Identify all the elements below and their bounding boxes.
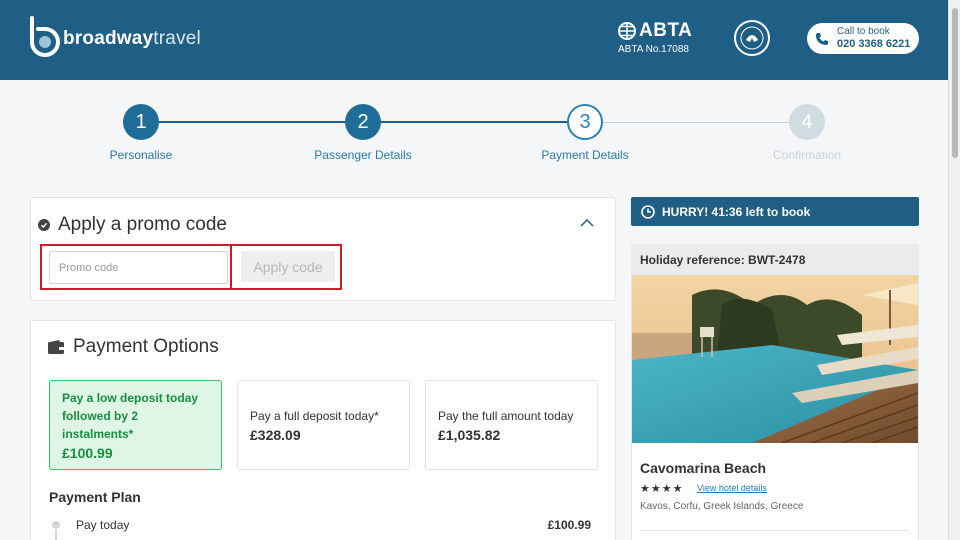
timeline-dot [52, 521, 60, 529]
option-label: Pay a full deposit today* [250, 409, 379, 423]
step-1-label[interactable]: Personalise [71, 148, 211, 162]
atol-protected-icon [734, 20, 770, 56]
clock-icon [641, 204, 655, 219]
hotel-name[interactable]: Cavomarina Beach [640, 460, 766, 476]
holiday-reference: Holiday reference: BWT-2478 [631, 244, 919, 275]
step-2-label[interactable]: Passenger Details [293, 148, 433, 162]
payment-option-full-deposit[interactable]: Pay a full deposit today* £328.09 [237, 380, 410, 470]
promo-title[interactable]: Apply a promo code [38, 214, 227, 236]
chevron-up-icon[interactable] [580, 218, 594, 228]
promo-tag-icon [38, 219, 50, 231]
call-to-book-button[interactable]: Call to book 020 3368 6221 [807, 23, 919, 54]
abta-badge: ABTA ABTA No.17088 [618, 20, 692, 55]
option-label: Pay the full amount today [438, 409, 574, 423]
option-price: £100.99 [62, 445, 113, 461]
option-price: £1,035.82 [438, 427, 501, 443]
payment-options-title: Payment Options [48, 336, 219, 358]
hotel-star-rating: ★★★★ [640, 483, 684, 495]
abta-title: ABTA [639, 20, 693, 41]
step-2-circle[interactable]: 2 [345, 104, 381, 140]
broadway-logo-icon[interactable] [28, 16, 62, 58]
step-3-circle: 3 [567, 104, 603, 140]
payment-options-title-text: Payment Options [73, 336, 219, 357]
step-4-label: Confirmation [772, 148, 842, 162]
option-price: £328.09 [250, 427, 301, 443]
payment-option-low-deposit[interactable]: Pay a low deposit today followed by 2 in… [49, 380, 222, 470]
option-label: Pay a low deposit today followed by 2 in… [62, 391, 199, 441]
plan-row-label: Pay today [76, 518, 130, 532]
call-number: 020 3368 6221 [837, 38, 911, 50]
wallet-icon [48, 340, 64, 354]
countdown-text: HURRY! 41:36 left to book [662, 204, 811, 219]
payment-plan-title: Payment Plan [49, 489, 141, 505]
divider [640, 530, 908, 531]
call-label: Call to book [837, 26, 890, 37]
abta-globe-icon [618, 22, 636, 40]
hotel-photo [632, 275, 918, 443]
apply-code-button[interactable]: Apply code [241, 251, 335, 282]
timeline-line [55, 530, 57, 540]
stepper-line-1 [158, 121, 346, 123]
countdown-banner: HURRY! 41:36 left to book [631, 197, 919, 226]
phone-icon [816, 32, 828, 45]
step-1-circle[interactable]: 1 [123, 104, 159, 140]
promo-code-input[interactable] [49, 251, 228, 284]
site-header: broadwaytravel ABTA ABTA No.17088 Call t… [0, 0, 948, 80]
page-scrollbar[interactable] [948, 0, 960, 540]
brand-light: travel [153, 28, 201, 49]
abta-number: ABTA No.17088 [618, 44, 689, 55]
brand-name[interactable]: broadwaytravel [63, 28, 201, 50]
hotel-location: Kavos, Corfu, Greek Islands, Greece [640, 501, 804, 512]
view-hotel-details-link[interactable]: View hotel details [697, 483, 767, 493]
promo-title-text: Apply a promo code [58, 214, 227, 235]
stepper-line-3 [602, 122, 790, 123]
step-4-circle: 4 [789, 104, 825, 140]
brand-bold: broadway [63, 28, 154, 49]
plan-row-value: £100.99 [547, 518, 591, 532]
scrollbar-thumb[interactable] [952, 8, 958, 158]
stepper-line-2 [380, 121, 568, 123]
payment-option-full-amount[interactable]: Pay the full amount today £1,035.82 [425, 380, 598, 470]
step-3-label: Payment Details [541, 148, 629, 162]
